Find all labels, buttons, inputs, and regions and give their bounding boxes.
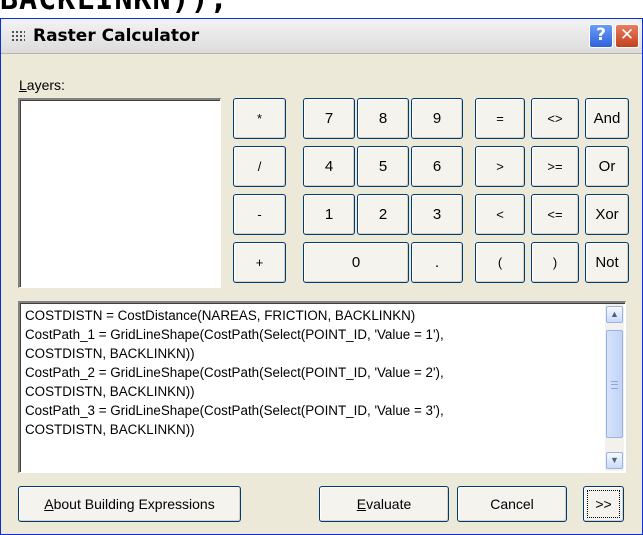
digit-5-button[interactable]: 5 [357,146,409,187]
expression-line: CostPath_3 = GridLineShape(CostPath(Sele… [25,403,444,418]
digit-4-button[interactable]: 4 [303,146,355,187]
greater-than-button[interactable]: > [475,146,525,187]
evaluate-button[interactable]: Evaluate [319,486,449,522]
equals-button[interactable]: = [475,98,525,139]
digit-0-button[interactable]: 0 [303,242,409,283]
close-paren-button[interactable]: ) [531,242,579,283]
expression-line: CostPath_1 = GridLineShape(CostPath(Sele… [25,327,444,342]
plus-button[interactable]: + [233,242,286,283]
minus-button[interactable]: - [233,194,286,235]
expression-textarea[interactable]: COSTDISTN = CostDistance(NAREAS, FRICTIO… [18,301,626,473]
layers-label: Layers: [19,77,65,93]
cancel-button[interactable]: Cancel [457,486,567,522]
chevron-down-icon[interactable]: ▼ [606,452,623,469]
expand-label: >> [587,490,620,518]
not-button[interactable]: Not [585,242,629,283]
expression-line: CostPath_2 = GridLineShape(CostPath(Sele… [25,365,444,380]
scrollbar-thumb[interactable] [606,330,623,438]
digit-1-button[interactable]: 1 [303,194,355,235]
layers-list[interactable] [18,98,221,288]
multiply-button[interactable]: * [233,98,286,139]
dialog-title: Raster Calculator [33,26,200,46]
help-button[interactable]: ? [589,24,613,48]
digit-7-button[interactable]: 7 [303,98,355,139]
not-equal-button[interactable]: <> [531,98,579,139]
less-than-button[interactable]: < [475,194,525,235]
decimal-point-button[interactable]: . [411,242,463,283]
open-paren-button[interactable]: ( [475,242,525,283]
cutoff-text: BACKLINKN)); [0,0,229,17]
digit-9-button[interactable]: 9 [411,98,463,139]
greater-equal-button[interactable]: >= [531,146,579,187]
digit-3-button[interactable]: 3 [411,194,463,235]
title-bar[interactable]: Raster Calculator ? ✕ [1,19,642,54]
and-button[interactable]: And [585,98,629,139]
expression-line: COSTDISTN, BACKLINKN)) [25,384,195,399]
grip-icon [611,381,618,389]
divide-button[interactable]: / [233,146,286,187]
expand-button[interactable]: >> [583,486,624,522]
vertical-scrollbar[interactable]: ▲ ▼ [605,304,624,471]
or-button[interactable]: Or [585,146,629,187]
about-building-expressions-button[interactable]: About Building Expressions [18,486,241,522]
less-equal-button[interactable]: <= [531,194,579,235]
close-button[interactable]: ✕ [615,24,639,48]
app-icon [11,30,25,42]
chevron-up-icon[interactable]: ▲ [606,306,623,323]
xor-button[interactable]: Xor [585,194,629,235]
digit-2-button[interactable]: 2 [357,194,409,235]
digit-8-button[interactable]: 8 [357,98,409,139]
expression-line: COSTDISTN = CostDistance(NAREAS, FRICTIO… [25,308,416,323]
expression-line: COSTDISTN, BACKLINKN)) [25,346,195,361]
raster-calculator-dialog: Raster Calculator ? ✕ Layers: * / - + 7 … [0,18,643,535]
digit-6-button[interactable]: 6 [411,146,463,187]
expression-line: COSTDISTN, BACKLINKN)) [25,422,195,437]
